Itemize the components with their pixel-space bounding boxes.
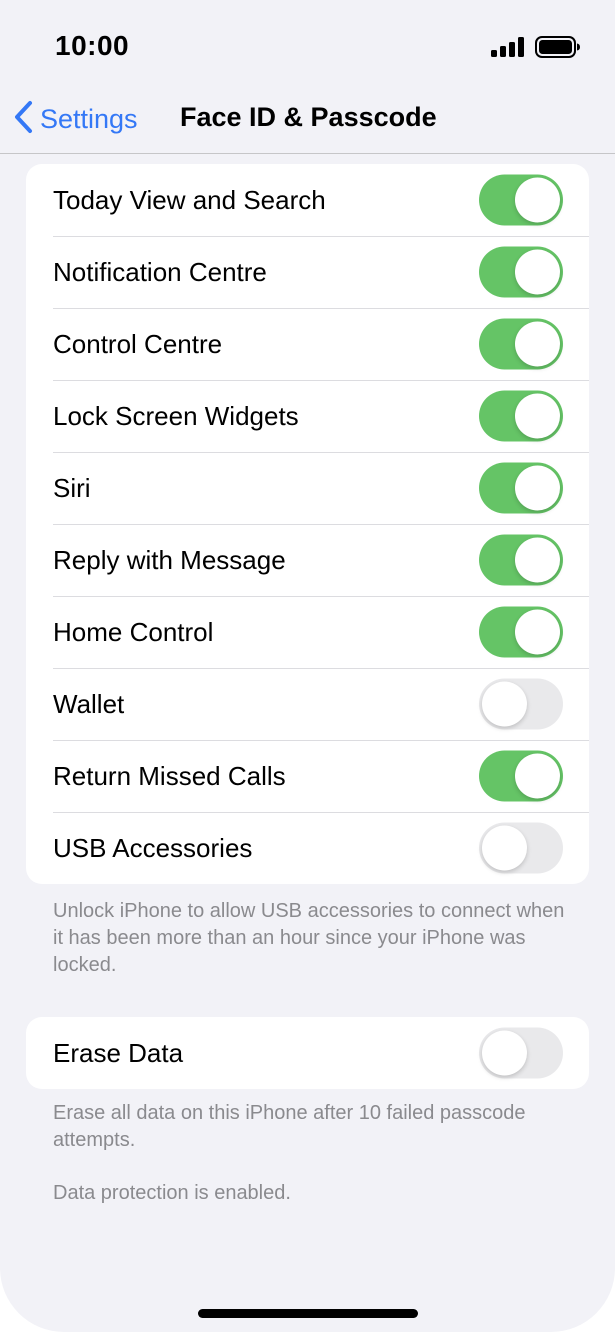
setting-label: Reply with Message [53,544,286,575]
setting-row-usb-accessories: USB Accessories [26,812,589,884]
erase-data-footnote: Erase all data on this iPhone after 10 f… [53,1102,526,1151]
usb-accessories-footnote: Unlock iPhone to allow USB accessories t… [53,900,565,976]
battery-icon [535,36,581,63]
setting-row-today-view: Today View and Search [26,164,589,236]
toggle-knob [482,1030,527,1076]
setting-label: Today View and Search [53,184,326,215]
data-protection-status: Data protection is enabled. [53,1182,291,1204]
home-control-toggle[interactable] [479,606,563,658]
setting-row-erase-data: Erase Data [26,1017,589,1089]
setting-label: Home Control [53,616,214,647]
toggle-knob [515,609,560,655]
setting-label: Notification Centre [53,256,267,287]
notification-centre-toggle[interactable] [479,246,563,298]
allow-access-group: Today View and Search Notification Centr… [26,164,589,884]
today-view-toggle[interactable] [479,174,563,226]
wallet-toggle[interactable] [479,678,563,730]
setting-row-reply-with-message: Reply with Message [26,524,589,596]
toggle-knob [515,753,560,799]
erase-data-toggle[interactable] [479,1027,563,1079]
setting-row-siri: Siri [26,452,589,524]
page-title: Face ID & Passcode [180,102,437,132]
setting-label: Siri [53,472,91,503]
chevron-left-icon [12,100,34,139]
home-indicator[interactable] [198,1309,418,1318]
cellular-signal-icon [491,37,525,62]
toggle-knob [515,321,560,367]
erase-data-group: Erase Data [26,1017,589,1089]
setting-label: Lock Screen Widgets [53,400,299,431]
usb-accessories-toggle[interactable] [479,822,563,874]
setting-row-control-centre: Control Centre [26,308,589,380]
navigation-bar: Settings Face ID & Passcode [0,80,615,154]
status-time: 10:00 [55,30,130,61]
setting-row-return-missed-calls: Return Missed Calls [26,740,589,812]
control-centre-toggle[interactable] [479,318,563,370]
setting-row-notification-centre: Notification Centre [26,236,589,308]
setting-label: USB Accessories [53,832,253,863]
toggle-knob [515,249,560,295]
status-icons [491,36,581,63]
back-button[interactable]: Settings [12,100,138,139]
toggle-knob [515,537,560,583]
lock-screen-widgets-toggle[interactable] [479,390,563,442]
status-bar: 10:00 [0,0,615,80]
phone-screen: 10:00 Settings Face ID & Passcode Today … [0,0,615,1332]
setting-row-lock-screen-widgets: Lock Screen Widgets [26,380,589,452]
toggle-knob [482,825,527,871]
toggle-knob [515,465,560,511]
toggle-knob [515,177,560,223]
toggle-knob [515,393,560,439]
siri-toggle[interactable] [479,462,563,514]
setting-label: Return Missed Calls [53,760,286,791]
back-label: Settings [40,104,138,134]
setting-label: Wallet [53,688,125,719]
reply-with-message-toggle[interactable] [479,534,563,586]
toggle-knob [482,681,527,727]
setting-row-home-control: Home Control [26,596,589,668]
return-missed-calls-toggle[interactable] [479,750,563,802]
setting-label: Control Centre [53,328,223,359]
setting-label: Erase Data [53,1037,184,1068]
setting-row-wallet: Wallet [26,668,589,740]
